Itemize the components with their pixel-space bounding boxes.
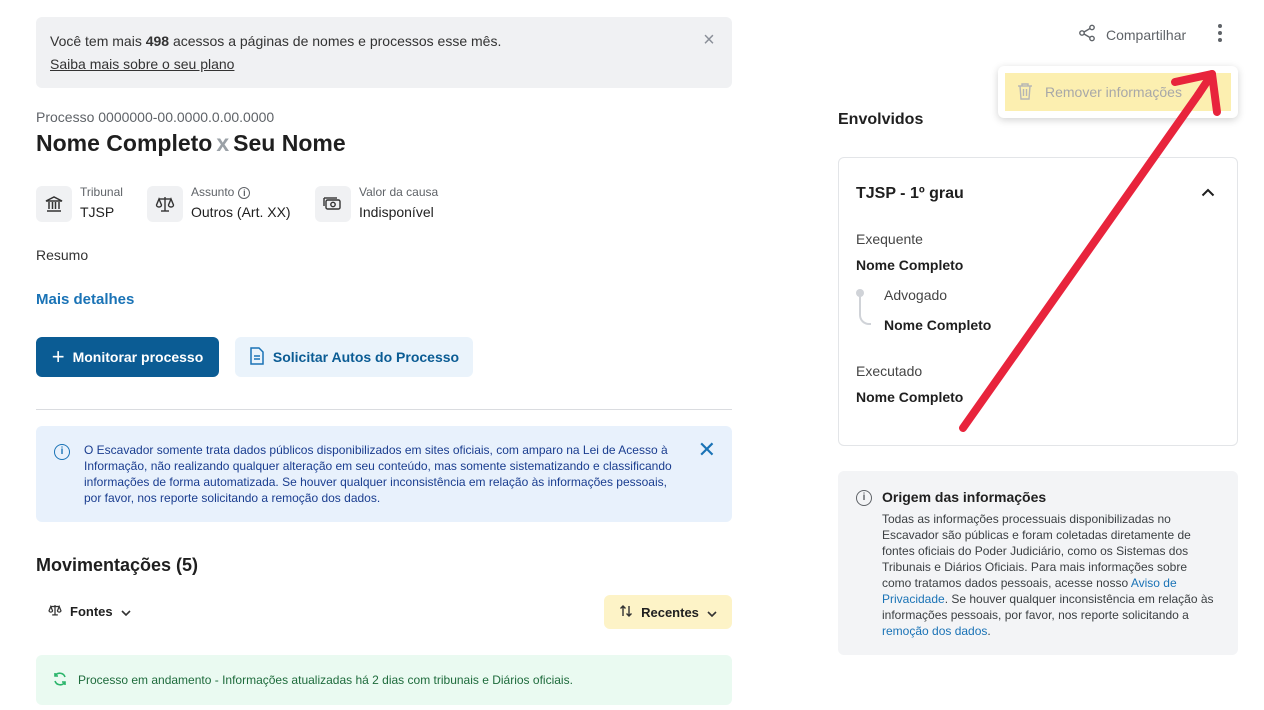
movements-title: Movimentações (5) xyxy=(36,555,199,575)
money-icon xyxy=(315,185,351,222)
sources-filter-label: Fontes xyxy=(70,604,113,619)
share-button[interactable]: Compartilhar xyxy=(1078,24,1186,45)
status-text: Processo em andamento - Informações atua… xyxy=(78,673,573,687)
info-icon[interactable]: i xyxy=(238,187,251,199)
privacy-notice: i O Escavador somente trata dados públic… xyxy=(36,426,732,522)
party-a: Nome Completo xyxy=(36,130,213,156)
resumo-label: Resumo xyxy=(36,247,89,263)
plan-info-link[interactable]: Saiba mais sobre o seu plano xyxy=(50,56,234,72)
party-b: Seu Nome xyxy=(233,130,346,156)
plus-icon: + xyxy=(51,344,65,369)
page-title: Nome Completo x Seu Nome xyxy=(36,130,346,157)
origin-body: Todas as informações processuais disponi… xyxy=(882,511,1218,639)
chevron-down-icon xyxy=(707,605,717,620)
sort-dropdown[interactable]: Recentes xyxy=(604,595,732,629)
executado-label: Executado xyxy=(856,363,923,379)
banner-count: 498 xyxy=(145,33,170,49)
involved-title: Envolvidos xyxy=(838,111,924,128)
advogado-label: Advogado xyxy=(884,287,948,303)
meta-tribunal: Tribunal TJSP xyxy=(36,185,123,222)
chevron-down-icon xyxy=(121,604,131,619)
meta-valor: Valor da causa Indisponível xyxy=(315,185,438,222)
divider xyxy=(36,409,732,410)
valor-label: Valor da causa xyxy=(359,185,439,199)
removal-link[interactable]: remoção dos dados xyxy=(882,624,987,638)
request-documents-label: Solicitar Autos do Processo xyxy=(272,349,460,365)
info-origin-box: i Origem das informações Todas as inform… xyxy=(838,471,1238,655)
options-menu: Remover informações xyxy=(998,66,1238,118)
origin-title: Origem das informações xyxy=(882,489,1047,505)
request-documents-button[interactable]: Solicitar Autos do Processo xyxy=(235,337,473,377)
sort-label: Recentes xyxy=(641,604,699,620)
remove-info-menu-item[interactable]: Remover informações xyxy=(1005,73,1231,111)
info-icon: i xyxy=(54,444,70,460)
versus-label: x xyxy=(216,130,230,156)
assunto-value: Outros (Art. XX) xyxy=(191,204,291,220)
document-icon xyxy=(249,346,265,368)
assunto-label: Assunto i xyxy=(191,185,291,199)
exequente-name[interactable]: Nome Completo xyxy=(856,257,963,273)
meta-assunto: Assunto i Outros (Art. XX) xyxy=(147,185,291,222)
court-label: TJSP - 1º grau xyxy=(856,185,964,202)
share-label: Compartilhar xyxy=(1106,26,1187,43)
assunto-label-text: Assunto xyxy=(191,185,235,199)
monitor-process-label: Monitorar processo xyxy=(72,349,204,365)
banner-text-after: acessos a páginas de nomes e processos e… xyxy=(169,33,502,49)
monitor-process-button[interactable]: + Monitorar processo xyxy=(36,337,219,377)
sort-icon xyxy=(619,604,633,621)
courthouse-icon xyxy=(36,185,72,222)
trash-icon xyxy=(1017,82,1033,103)
tree-connector xyxy=(859,291,871,325)
exequente-label: Exequente xyxy=(856,231,923,247)
notice-text: O Escavador somente trata dados públicos… xyxy=(84,443,672,505)
valor-value: Indisponível xyxy=(359,204,434,220)
process-number: Processo 0000000-00.0000.0.00.0000 xyxy=(36,109,275,125)
banner-text-before: Você tem mais xyxy=(50,33,146,49)
banner-message: Você tem mais 498 acessos a páginas de n… xyxy=(50,32,718,50)
close-icon[interactable]: ✕ xyxy=(698,439,716,461)
more-options-icon[interactable] xyxy=(1210,22,1230,44)
sources-filter[interactable]: Fontes xyxy=(48,603,131,620)
scales-icon xyxy=(147,185,183,222)
share-icon xyxy=(1078,24,1096,45)
more-details-link[interactable]: Mais detalhes xyxy=(36,291,134,308)
scales-icon xyxy=(48,603,62,620)
origin-text-3: . xyxy=(987,624,991,638)
process-status: Processo em andamento - Informações atua… xyxy=(36,655,732,705)
tribunal-label: Tribunal xyxy=(80,185,123,199)
close-icon[interactable]: × xyxy=(700,30,718,50)
chevron-up-icon[interactable] xyxy=(1201,184,1215,202)
involved-card: TJSP - 1º grau Exequente Nome Completo A… xyxy=(838,157,1238,446)
advogado-name[interactable]: Nome Completo xyxy=(884,317,991,333)
info-icon: i xyxy=(856,490,872,506)
refresh-icon xyxy=(52,671,68,690)
executado-name[interactable]: Nome Completo xyxy=(856,389,963,405)
tribunal-value: TJSP xyxy=(80,204,115,220)
remove-info-label: Remover informações xyxy=(1045,84,1182,100)
plan-banner: Você tem mais 498 acessos a páginas de n… xyxy=(36,17,732,88)
